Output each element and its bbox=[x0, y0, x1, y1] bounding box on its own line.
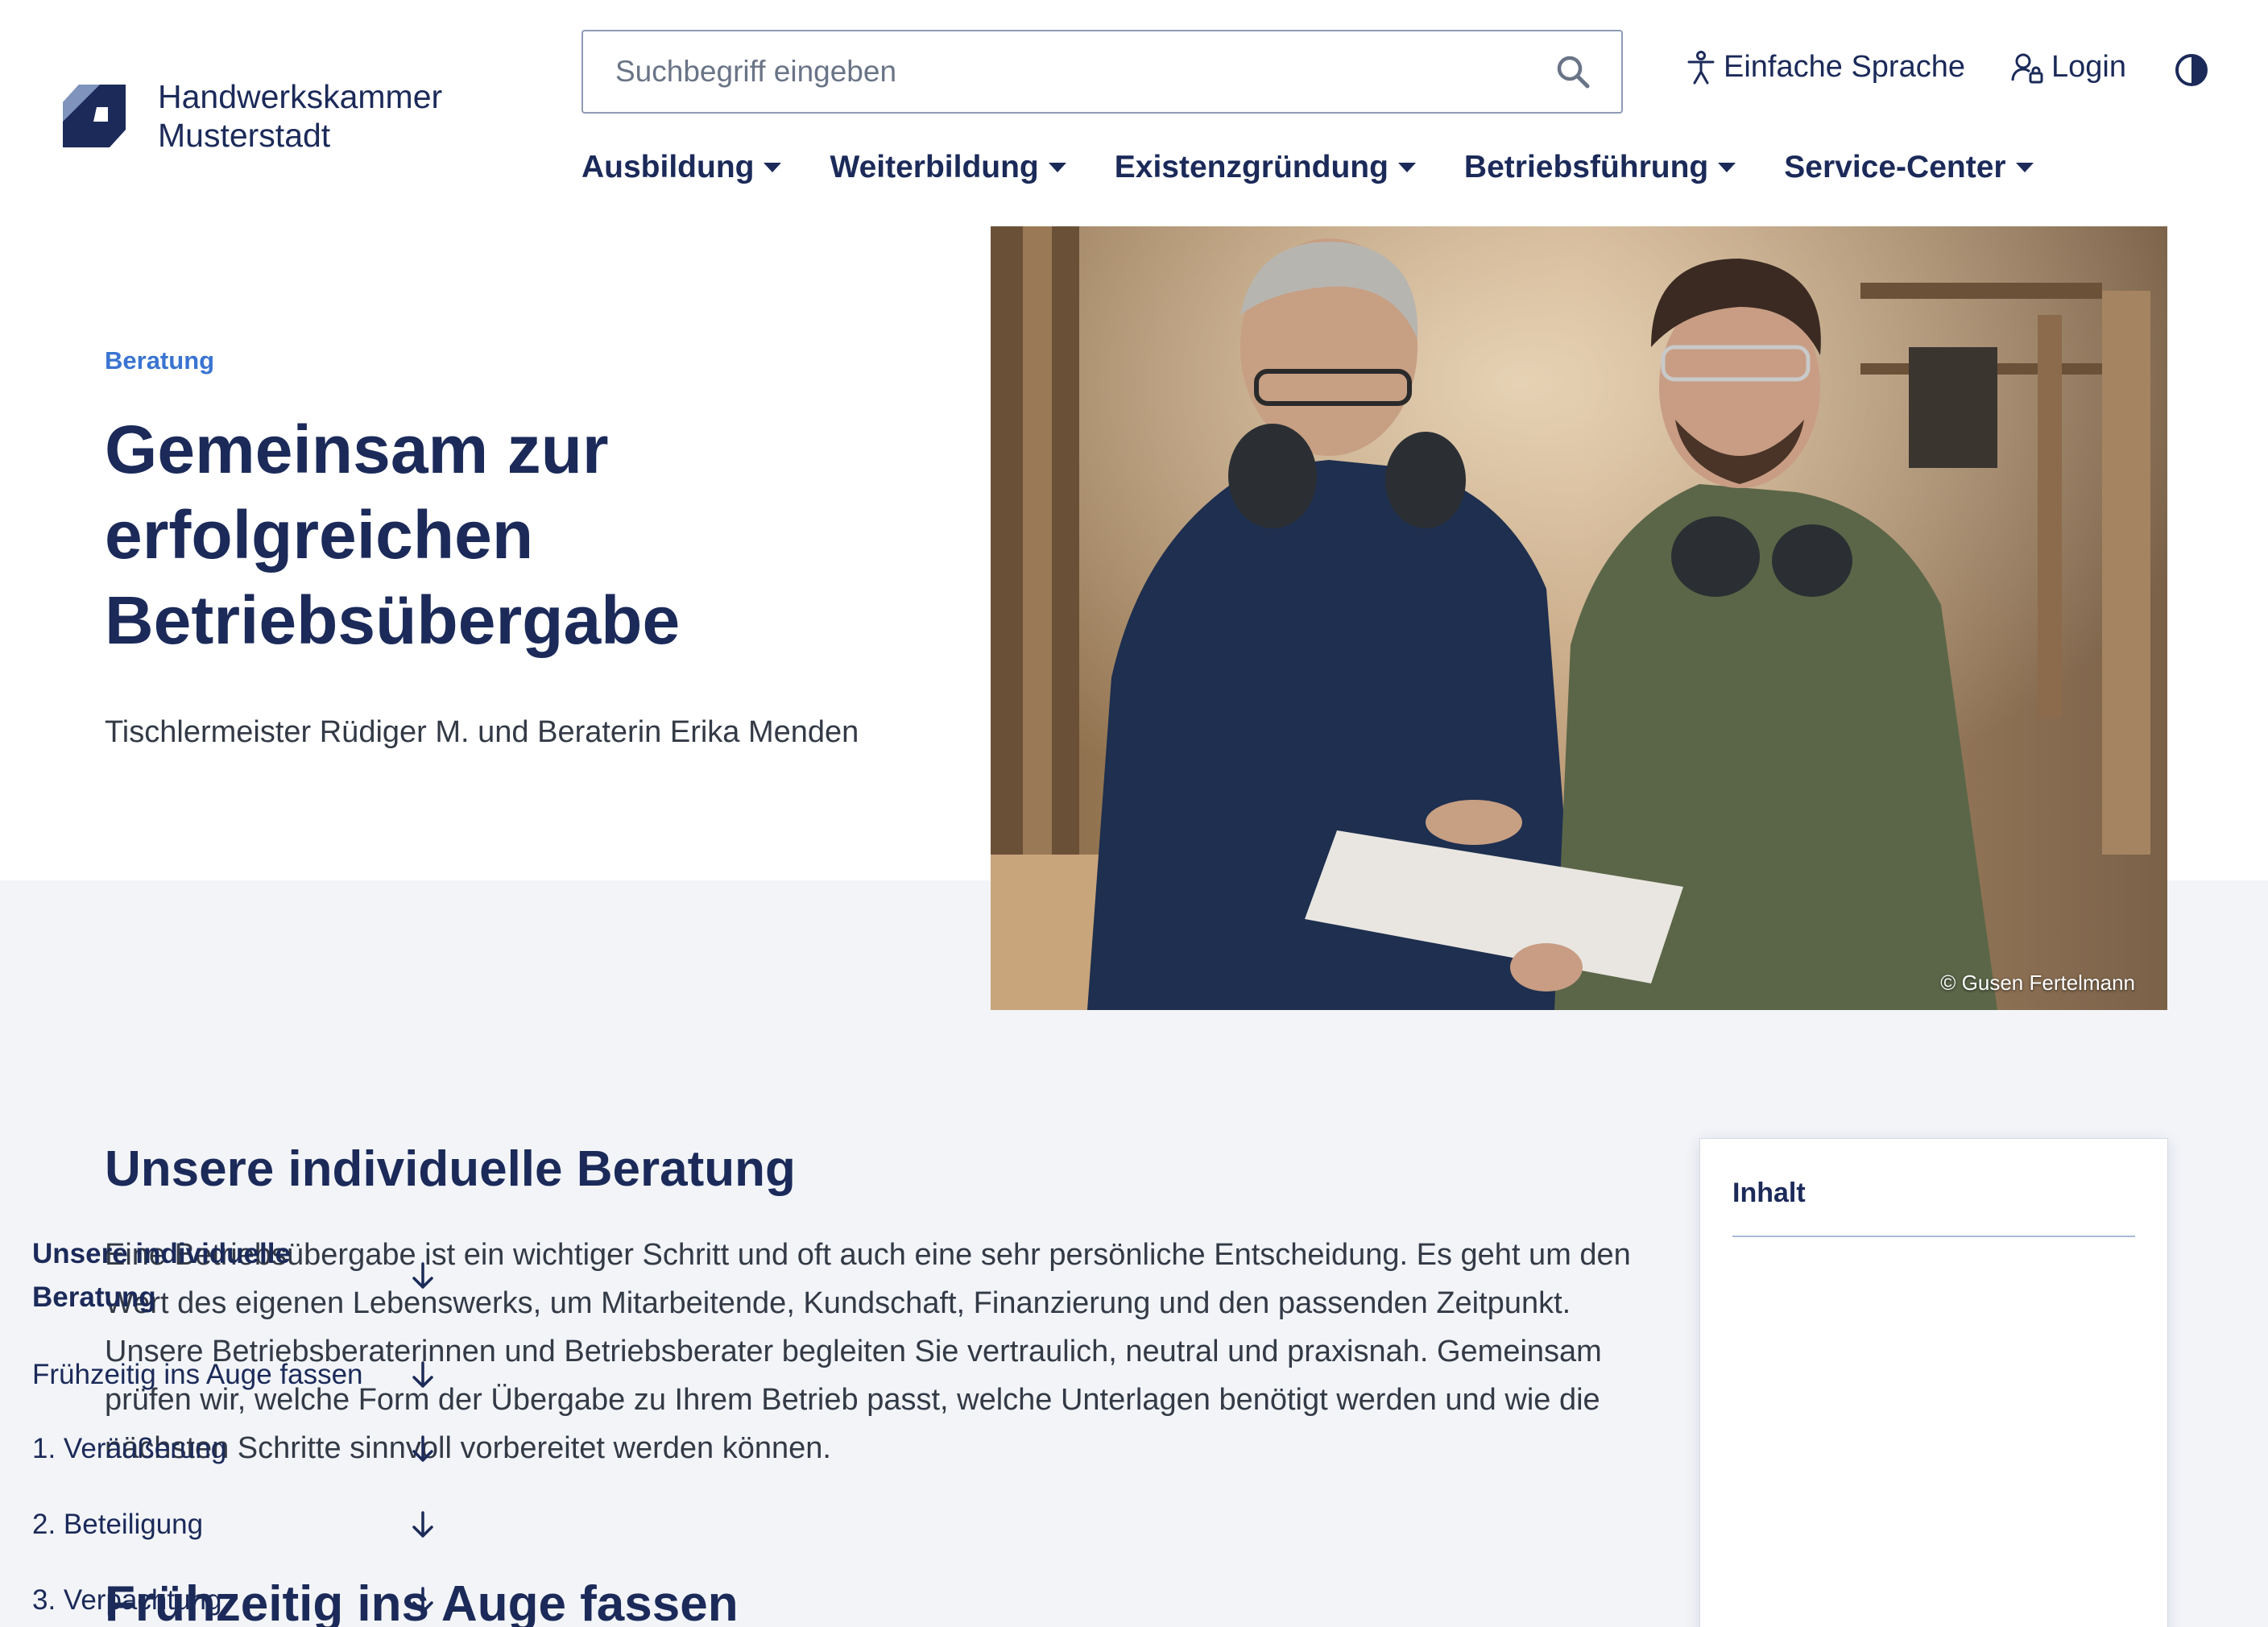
nav-item-weiterbildung[interactable]: Weiterbildung bbox=[830, 150, 1066, 185]
hero-eyebrow: Beratung bbox=[105, 346, 215, 375]
hero-photo: © Gusen Fertelmann bbox=[991, 226, 2167, 1010]
toc-heading: Inhalt bbox=[1732, 1160, 2135, 1237]
site-header: Handwerkskammer Musterstadt Einfache Spr… bbox=[0, 0, 2268, 226]
nav-item-betriebsfuehrung[interactable]: Betriebsführung bbox=[1464, 150, 1736, 185]
logo-link[interactable]: Handwerkskammer Musterstadt bbox=[61, 77, 442, 155]
arrow-down-icon bbox=[412, 1262, 433, 1289]
image-credit: © Gusen Fertelmann bbox=[1940, 971, 2135, 995]
toc-item-verpachtung[interactable]: 3. Verpachtung bbox=[32, 1579, 435, 1622]
page-title: Gemeinsam zur erfolgreichen Betriebsüber… bbox=[105, 412, 681, 658]
toc-item-label: Unsere individuelle Beratung bbox=[32, 1238, 291, 1313]
toc-item-label: 2. Beteiligung bbox=[32, 1509, 204, 1540]
caret-down-icon bbox=[764, 163, 782, 172]
nav-label: Ausbildung bbox=[581, 150, 755, 184]
search-box bbox=[581, 30, 1623, 114]
easy-language-link[interactable]: Einfache Sprache bbox=[1687, 50, 1965, 85]
arrow-down-icon bbox=[412, 1361, 433, 1388]
logo-line-1: Handwerkskammer bbox=[158, 78, 443, 115]
user-lock-icon bbox=[2011, 53, 2043, 83]
login-label: Login bbox=[2051, 50, 2126, 84]
logo-line-2: Musterstadt bbox=[158, 117, 331, 154]
nav-item-existenzgruendung[interactable]: Existenzgründung bbox=[1115, 150, 1416, 185]
nav-item-ausbildung[interactable]: Ausbildung bbox=[581, 150, 782, 185]
arrow-down-icon bbox=[412, 1435, 433, 1462]
toc-item-label: 1. Veräußerung bbox=[32, 1433, 227, 1464]
workshop-photo-illustration bbox=[991, 226, 2167, 1010]
toc-item-beteiligung[interactable]: 2. Beteiligung bbox=[32, 1503, 435, 1546]
nav-label: Service-Center bbox=[1784, 150, 2006, 184]
toc-item-veraeusserung[interactable]: 1. Veräußerung bbox=[32, 1427, 435, 1471]
search-icon[interactable] bbox=[1555, 54, 1591, 89]
caret-down-icon bbox=[1718, 163, 1736, 172]
nav-label: Weiterbildung bbox=[830, 150, 1039, 184]
table-of-contents: Inhalt bbox=[1699, 1138, 2168, 1627]
search-input[interactable] bbox=[583, 31, 1555, 112]
easy-language-label: Einfache Sprache bbox=[1724, 50, 1965, 84]
nav-item-service-center[interactable]: Service-Center bbox=[1784, 150, 2034, 185]
caret-down-icon bbox=[2015, 163, 2034, 172]
toc-item-label: 3. Verpachtung bbox=[32, 1584, 222, 1616]
logo-text: Handwerkskammer Musterstadt bbox=[158, 77, 442, 155]
caret-down-icon bbox=[1048, 163, 1066, 172]
nav-label: Existenzgründung bbox=[1114, 150, 1389, 184]
toc-item-fruehzeitig[interactable]: Frühzeitig ins Auge fassen bbox=[32, 1353, 435, 1397]
contrast-toggle[interactable] bbox=[2175, 53, 2216, 87]
hero-subtitle: Tischlermeister Rüdiger M. und Beraterin… bbox=[105, 715, 859, 749]
logo-icon bbox=[63, 85, 126, 147]
accessibility-person-icon bbox=[1687, 50, 1715, 84]
arrow-down-icon bbox=[412, 1511, 433, 1538]
section-heading-beratung: Unsere individuelle Beratung bbox=[105, 1141, 796, 1197]
nav-label: Betriebsführung bbox=[1463, 150, 1709, 184]
main-navigation: Ausbildung Weiterbildung Existenzgründun… bbox=[581, 150, 2082, 185]
arrow-down-icon bbox=[412, 1587, 433, 1613]
toc-item-label: Frühzeitig ins Auge fassen bbox=[32, 1359, 363, 1390]
toc-item-beratung[interactable]: Unsere individuelle Beratung bbox=[32, 1232, 435, 1319]
login-link[interactable]: Login bbox=[2011, 50, 2126, 85]
contrast-icon bbox=[2175, 54, 2208, 86]
caret-down-icon bbox=[1397, 163, 1416, 172]
